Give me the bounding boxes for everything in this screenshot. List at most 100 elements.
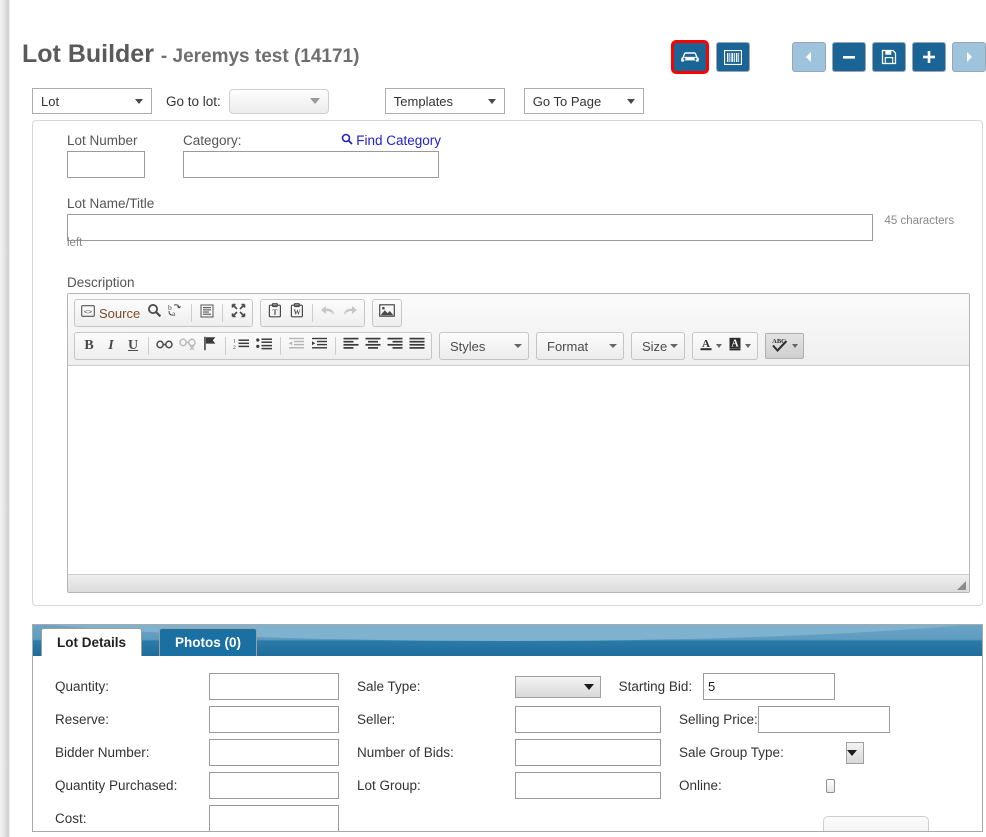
templates-select-value: Templates [393,93,454,109]
toolbar-separator [148,337,149,355]
editor-footer [68,574,969,592]
sale-type-select[interactable] [515,675,601,698]
form-row: Quantity Purchased: Lot Group: Online: [33,769,982,802]
tab-bar: Lot Details Photos (0) [32,624,983,656]
replace-button[interactable]: b a [165,302,187,324]
outdent-button[interactable] [285,335,308,357]
chevron-down-icon [716,344,722,348]
goto-lot-select[interactable] [228,88,329,114]
source-button[interactable]: <> Source [78,302,143,324]
editor-insert-group [372,299,403,327]
anchor-button[interactable] [199,335,221,357]
category-input[interactable] [183,151,439,178]
underline-icon: U [127,338,139,353]
templates-select[interactable]: Templates [384,88,505,114]
goto-lot-label: Go to lot: [166,93,221,109]
link-icon [156,337,173,355]
tab-lot-details[interactable]: Lot Details [41,628,143,656]
number-of-bids-label: Number of Bids: [357,745,454,760]
sale-type-label: Sale Type: [357,679,421,694]
cost-field: Cost: [33,811,209,826]
align-center-button[interactable] [362,335,384,357]
link-button[interactable] [153,335,176,357]
plus-icon [922,50,936,64]
format-combo[interactable]: Format [536,332,624,360]
seller-input[interactable] [515,706,661,733]
paste-from-word-button[interactable]: W [286,302,308,324]
spellcheck-button[interactable]: ABC [765,333,804,359]
number-of-bids-input[interactable] [515,739,661,766]
editor-clipboard-group: T W [260,299,366,327]
tab-photos[interactable]: Photos (0) [159,628,257,656]
lot-details-panel: Quantity: Sale Type: Starting Bid: 5 Res… [32,656,983,832]
quantity-label: Quantity: [55,679,110,694]
vehicle-button[interactable] [671,40,709,74]
select-all-button[interactable] [196,302,218,324]
starting-bid-input[interactable] [703,673,835,700]
reserve-label: Reserve: [55,712,110,727]
floppy-disk-icon [881,49,897,65]
svg-text:2: 2 [233,345,236,350]
image-button[interactable] [376,302,398,324]
bidder-number-input[interactable] [209,739,339,766]
paste-as-text-button[interactable]: T [264,302,286,324]
previous-button[interactable] [792,42,826,72]
cost-input[interactable] [209,805,339,831]
lot-type-select[interactable]: Lot [32,88,152,114]
quantity-purchased-input[interactable] [209,772,339,799]
numbered-list-button[interactable]: 1 2 [230,335,253,357]
source-button-label: Source [99,305,141,321]
align-left-button[interactable] [340,335,362,357]
lot-number-input[interactable] [67,151,145,178]
chevron-down-icon [487,98,496,104]
save-button[interactable] [872,42,906,72]
maximize-button[interactable] [227,302,249,324]
text-color-button[interactable]: A [696,335,725,357]
bulleted-list-button[interactable] [253,335,276,357]
undo-button[interactable] [317,302,339,324]
indent-icon [311,337,328,355]
add-button[interactable] [912,42,946,72]
chevron-down-icon [792,344,798,348]
styles-combo-value: Styles [450,338,486,354]
size-combo[interactable]: Size [631,332,685,360]
indent-button[interactable] [308,335,331,357]
justify-button[interactable] [406,335,428,357]
sale-group-type-select[interactable] [845,741,864,764]
lot-name-label: Lot Name/Title [67,196,155,211]
find-button[interactable] [143,302,165,324]
remove-button[interactable] [832,42,866,72]
cost-label: Cost: [55,811,87,826]
selling-price-input[interactable] [757,706,890,733]
reserve-input[interactable] [209,706,339,733]
unlink-button[interactable] [176,335,199,357]
toolbar-separator [191,304,193,322]
chevron-down-icon [846,749,857,756]
selling-price-field: Selling Price: [515,706,890,733]
next-button[interactable] [952,42,986,72]
lot-name-input[interactable] [67,214,873,241]
styles-combo[interactable]: Styles [439,332,529,360]
background-color-button[interactable]: A [725,335,754,357]
barcode-button[interactable] [716,42,750,72]
lot-group-label: Lot Group: [357,778,421,793]
form-row: Reserve: Seller: Selling Price: [33,703,982,736]
toolbar-separator [312,304,314,322]
find-category-link[interactable]: Find Category [341,133,441,148]
editor-toolbar-row-1: <> Source b a T W [74,299,963,332]
quantity-input[interactable] [209,673,339,700]
italic-button[interactable]: I [100,335,122,357]
bold-button[interactable]: B [78,335,100,357]
redo-button[interactable] [339,302,361,324]
go-to-page-select[interactable]: Go To Page [523,88,644,114]
partially-visible-bottom-button[interactable] [823,816,929,831]
editor-content-area[interactable] [68,365,969,574]
resize-grip-icon[interactable] [957,581,966,590]
online-checkbox[interactable] [826,778,835,793]
lot-tabs-container: Lot Details Photos (0) Quantity: Sale Ty… [32,624,983,832]
align-right-button[interactable] [384,335,406,357]
svg-text:a: a [172,309,176,318]
lot-group-input[interactable] [515,772,661,799]
underline-button[interactable]: U [122,335,144,357]
toolbar-separator [225,337,226,355]
